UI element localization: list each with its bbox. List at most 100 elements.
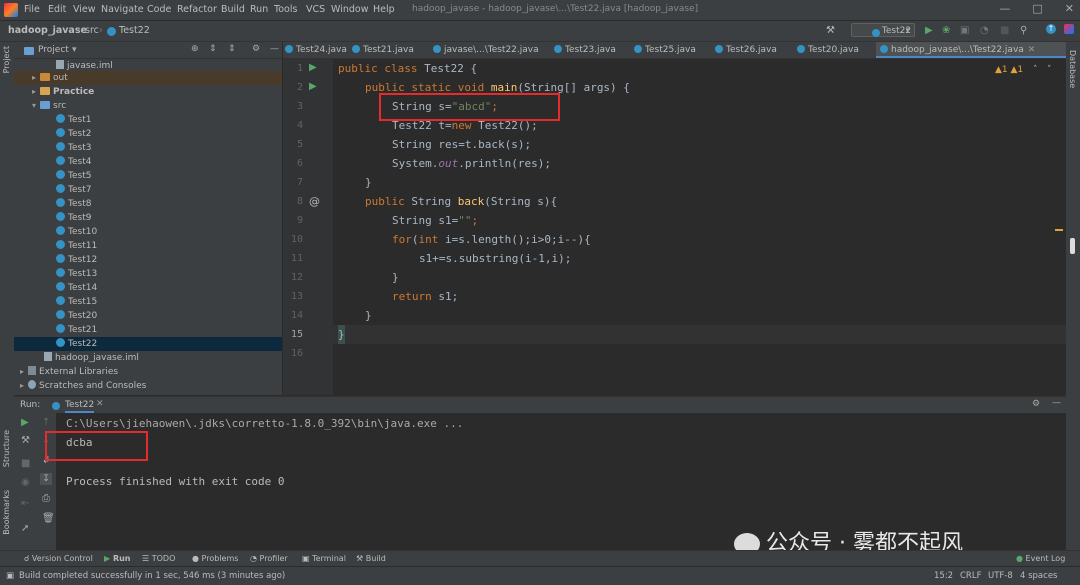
trash-icon[interactable]: 🗑 [42,513,55,524]
run-tab-test22[interactable]: Test22 [65,400,95,413]
wrench-icon[interactable]: ⚒ [21,435,30,446]
chevron-right-icon[interactable]: ▸ [32,71,40,85]
rerun-icon[interactable]: ▶ [21,417,29,428]
breadcrumb-project[interactable]: hadoop_javase [8,25,87,36]
menu-navigate[interactable]: Navigate [101,4,144,15]
file-encoding[interactable]: UTF-8 [988,571,1013,581]
build-hammer-icon[interactable]: ⚒ [826,25,835,36]
close-icon[interactable]: ✕ [1065,2,1074,15]
print-icon[interactable]: ⎙ [42,493,50,504]
update-icon[interactable]: ↑ [1046,24,1056,34]
structure-tool-window[interactable]: Structure [2,430,11,467]
tree-item[interactable]: ▸ out [14,71,282,85]
gear-icon[interactable]: ⚙ [1032,399,1040,409]
tab-hadoop-test22[interactable]: hadoop_javase\...\Test22.java ✕ [876,42,1066,58]
tree-item-class[interactable]: Test4 [14,155,282,169]
chevron-right-icon[interactable]: ▸ [32,85,40,99]
profile-icon[interactable]: ◔ [980,25,989,36]
tree-item-class[interactable]: Test8 [14,197,282,211]
tree-item-class[interactable]: Test9 [14,211,282,225]
debug-icon[interactable]: ❀ [942,25,950,36]
hide-icon[interactable]: — [270,44,279,54]
menu-edit[interactable]: Edit [48,4,66,15]
chevron-right-icon[interactable]: ▸ [20,379,28,393]
menu-build[interactable]: Build [221,4,245,15]
stop-icon[interactable]: ■ [1000,25,1009,36]
minimize-icon[interactable]: — [999,2,1010,15]
tree-item-class[interactable]: Test15 [14,295,282,309]
tool-run[interactable]: ▶ Run [104,554,131,563]
scroll-to-end-icon[interactable]: ↧ [40,473,52,485]
tree-item-class[interactable]: Test2 [14,127,282,141]
menu-run[interactable]: Run [250,4,268,15]
tree-item-class[interactable]: Test7 [14,183,282,197]
project-view-selector[interactable]: Project [38,45,69,55]
tree-item-class-selected[interactable]: Test22 [14,337,282,351]
gear-icon[interactable]: ⚙ [252,44,260,54]
tool-event-log[interactable]: ● Event Log [1016,554,1065,563]
tool-profiler[interactable]: ◔ Profiler [250,554,288,563]
run-main-gutter-icon[interactable]: ▶ [309,81,317,92]
tree-item[interactable]: ▾ src [14,99,282,113]
tree-item-class[interactable]: Test20 [14,309,282,323]
close-tab-icon[interactable]: ✕ [1028,45,1036,55]
tab-test26[interactable]: Test26.java [715,42,793,58]
scroll-up-icon[interactable]: ↑ [42,417,50,428]
tree-item-class[interactable]: Test3 [14,141,282,155]
tree-item[interactable]: ▸ Practice [14,85,282,99]
tree-item[interactable]: hadoop_javase.iml [14,351,282,365]
run-class-gutter-icon[interactable]: ▶ [309,62,317,73]
tool-build[interactable]: ⚒ Build [356,554,386,563]
stop-icon[interactable]: ■ [21,458,30,469]
inspection-widget[interactable]: ▲1 ▲1 [995,65,1023,75]
menu-help[interactable]: Help [373,4,395,15]
menu-view[interactable]: View [73,4,96,15]
tab-test21[interactable]: Test21.java [352,42,430,58]
exit-icon[interactable]: ⇤ [21,498,29,509]
chevron-down-icon[interactable]: ˅ [1047,65,1052,75]
scroll-thumb[interactable] [1070,238,1075,254]
chevron-down-icon[interactable]: ▾ [32,99,40,113]
search-everywhere-icon[interactable]: ⚲ [1020,25,1027,36]
tree-item-class[interactable]: Test12 [14,253,282,267]
tree-item-class[interactable]: Test11 [14,239,282,253]
maximize-icon[interactable]: □ [1032,2,1042,15]
tool-problems[interactable]: ● Problems [192,554,238,563]
tab-test20[interactable]: Test20.java [797,42,875,58]
line-separator[interactable]: CRLF [960,571,981,581]
tree-item-class[interactable]: Test21 [14,323,282,337]
tool-todo[interactable]: ☰ TODO [142,554,175,563]
chevron-down-icon[interactable]: ▾ [72,45,77,55]
caret-position[interactable]: 15:2 [934,571,953,581]
pin-icon[interactable]: ➚ [21,523,29,534]
run-icon[interactable]: ▶ [925,25,933,36]
collapse-all-icon[interactable]: ⇕ [228,44,236,54]
warning-stripe[interactable] [1055,229,1063,231]
tree-item-class[interactable]: Test1 [14,113,282,127]
camera-icon[interactable]: ◉ [21,477,30,488]
tab-test25[interactable]: Test25.java [634,42,712,58]
toolbox-icon[interactable] [1064,24,1074,34]
tab-javase-test22[interactable]: javase\...\Test22.java [433,42,541,58]
chevron-up-icon[interactable]: ˄ [1033,65,1038,75]
hide-panel-icon[interactable]: — [1052,398,1061,408]
run-configuration-select[interactable]: Test22 ▾ [851,23,915,37]
chevron-right-icon[interactable]: ▸ [20,365,28,379]
tree-item-class[interactable]: Test14 [14,281,282,295]
code-editor[interactable]: public class Test22 { public static void… [333,59,1066,395]
tree-item-class[interactable]: Test5 [14,169,282,183]
tool-version-control[interactable]: ☌ Version Control [24,554,93,563]
override-at-icon[interactable]: @ [309,195,320,208]
coverage-icon[interactable]: ▣ [960,25,969,36]
locate-icon[interactable]: ⊕ [191,44,199,54]
tree-item-class[interactable]: Test10 [14,225,282,239]
breadcrumb-src[interactable]: src [85,25,99,36]
menu-code[interactable]: Code [147,4,171,15]
menu-file[interactable]: File [24,4,40,15]
expand-all-icon[interactable]: ⇕ [209,44,217,54]
breadcrumb-file[interactable]: Test22 [119,25,150,36]
status-message[interactable]: Build completed successfully in 1 sec, 5… [19,571,285,581]
tool-terminal[interactable]: ▣ Terminal [302,554,346,563]
indent-setting[interactable]: 4 spaces [1020,571,1057,581]
project-tool-window[interactable]: Project [2,46,11,73]
